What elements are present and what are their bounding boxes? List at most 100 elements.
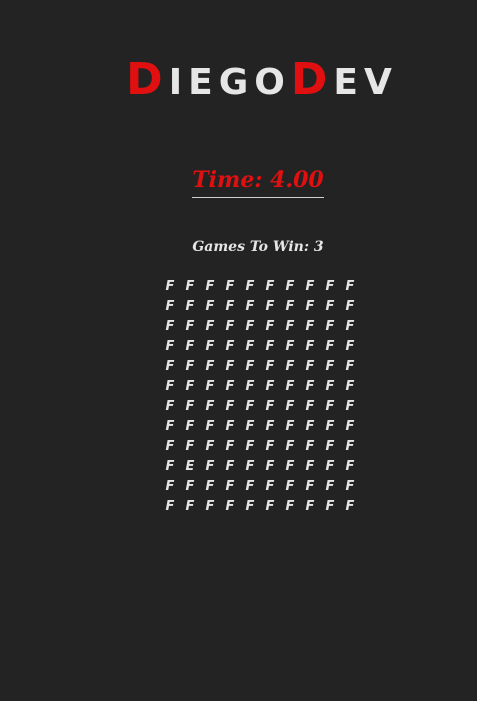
grid-cell[interactable]: F (280, 277, 300, 297)
grid-cell[interactable]: F (280, 457, 300, 477)
grid-cell[interactable]: F (180, 297, 200, 317)
grid-cell[interactable]: F (240, 317, 260, 337)
grid-cell[interactable]: F (260, 457, 280, 477)
grid-cell[interactable]: F (160, 437, 180, 457)
grid-cell[interactable]: F (200, 457, 220, 477)
grid-cell[interactable]: F (260, 437, 280, 457)
grid-cell[interactable]: F (260, 297, 280, 317)
grid-cell[interactable]: F (180, 437, 200, 457)
grid-cell[interactable]: F (220, 317, 240, 337)
grid-cell[interactable]: F (220, 377, 240, 397)
grid-cell[interactable]: F (340, 437, 360, 457)
grid-cell[interactable]: F (200, 317, 220, 337)
grid-cell[interactable]: F (240, 337, 260, 357)
grid-cell[interactable]: F (240, 497, 260, 517)
grid-cell[interactable]: F (220, 337, 240, 357)
grid-cell[interactable]: F (320, 497, 340, 517)
grid-cell[interactable]: F (300, 337, 320, 357)
grid-cell[interactable]: F (220, 277, 240, 297)
grid-cell[interactable]: F (220, 497, 240, 517)
grid-cell[interactable]: F (320, 377, 340, 397)
grid-cell[interactable]: F (240, 437, 260, 457)
grid-cell[interactable]: F (160, 417, 180, 437)
grid-cell[interactable]: F (160, 497, 180, 517)
grid-cell[interactable]: F (200, 297, 220, 317)
grid-cell[interactable]: F (280, 297, 300, 317)
grid-cell[interactable]: F (260, 377, 280, 397)
grid-cell[interactable]: F (240, 277, 260, 297)
grid-cell[interactable]: F (300, 377, 320, 397)
grid-cell[interactable]: F (320, 417, 340, 437)
grid-cell[interactable]: F (180, 417, 200, 437)
grid-cell[interactable]: F (320, 357, 340, 377)
grid-cell[interactable]: F (260, 317, 280, 337)
grid-cell[interactable]: F (320, 457, 340, 477)
grid-cell[interactable]: F (300, 357, 320, 377)
grid-cell[interactable]: F (280, 357, 300, 377)
grid-cell[interactable]: F (200, 277, 220, 297)
grid-cell[interactable]: F (240, 457, 260, 477)
grid-cell[interactable]: F (160, 357, 180, 377)
grid-cell[interactable]: F (240, 397, 260, 417)
grid-cell[interactable]: F (340, 397, 360, 417)
site-logo[interactable]: DIEGODEV (0, 52, 477, 111)
grid-cell[interactable]: F (320, 397, 340, 417)
grid-cell[interactable]: F (220, 297, 240, 317)
grid-cell[interactable]: F (180, 497, 200, 517)
grid-cell[interactable]: F (320, 477, 340, 497)
grid-cell[interactable]: F (180, 377, 200, 397)
grid-cell[interactable]: F (240, 417, 260, 437)
grid-cell[interactable]: F (300, 317, 320, 337)
grid-cell[interactable]: F (200, 477, 220, 497)
grid-cell[interactable]: F (340, 497, 360, 517)
grid-cell[interactable]: F (300, 297, 320, 317)
grid-cell[interactable]: F (220, 397, 240, 417)
grid-cell[interactable]: F (260, 397, 280, 417)
grid-cell[interactable]: F (160, 317, 180, 337)
grid-cell[interactable]: F (160, 377, 180, 397)
grid-cell[interactable]: F (240, 377, 260, 397)
grid-cell[interactable]: F (180, 357, 200, 377)
grid-cell[interactable]: F (340, 477, 360, 497)
grid-cell[interactable]: F (280, 477, 300, 497)
grid-cell[interactable]: F (200, 337, 220, 357)
grid-cell[interactable]: F (220, 437, 240, 457)
grid-cell[interactable]: F (340, 457, 360, 477)
grid-cell[interactable]: F (200, 377, 220, 397)
grid-cell[interactable]: F (260, 477, 280, 497)
grid-cell[interactable]: F (340, 317, 360, 337)
grid-cell[interactable]: F (320, 317, 340, 337)
grid-cell[interactable]: F (340, 357, 360, 377)
grid-cell[interactable]: F (300, 417, 320, 437)
grid-cell[interactable]: F (160, 297, 180, 317)
grid-cell[interactable]: F (260, 277, 280, 297)
grid-cell[interactable]: F (220, 477, 240, 497)
grid-cell[interactable]: F (220, 457, 240, 477)
grid-cell[interactable]: F (260, 357, 280, 377)
grid-cell[interactable]: F (280, 317, 300, 337)
grid-cell[interactable]: F (180, 277, 200, 297)
grid-cell[interactable]: F (160, 477, 180, 497)
grid-cell[interactable]: F (300, 437, 320, 457)
grid-cell[interactable]: F (280, 337, 300, 357)
grid-cell[interactable]: F (260, 417, 280, 437)
grid-cell[interactable]: F (280, 437, 300, 457)
grid-cell[interactable]: F (160, 397, 180, 417)
grid-cell[interactable]: F (340, 337, 360, 357)
grid-cell[interactable]: F (340, 297, 360, 317)
grid-cell[interactable]: F (280, 497, 300, 517)
grid-cell[interactable]: F (260, 497, 280, 517)
grid-cell[interactable]: F (240, 357, 260, 377)
grid-cell[interactable]: F (180, 337, 200, 357)
grid-cell[interactable]: F (340, 277, 360, 297)
grid-cell[interactable]: F (300, 397, 320, 417)
grid-cell[interactable]: F (300, 457, 320, 477)
grid-cell[interactable]: E (180, 457, 200, 477)
grid-cell[interactable]: F (200, 497, 220, 517)
grid-cell[interactable]: F (280, 397, 300, 417)
grid-cell[interactable]: F (160, 337, 180, 357)
grid-cell[interactable]: F (340, 377, 360, 397)
grid-cell[interactable]: F (220, 417, 240, 437)
grid-cell[interactable]: F (320, 337, 340, 357)
grid-cell[interactable]: F (200, 397, 220, 417)
